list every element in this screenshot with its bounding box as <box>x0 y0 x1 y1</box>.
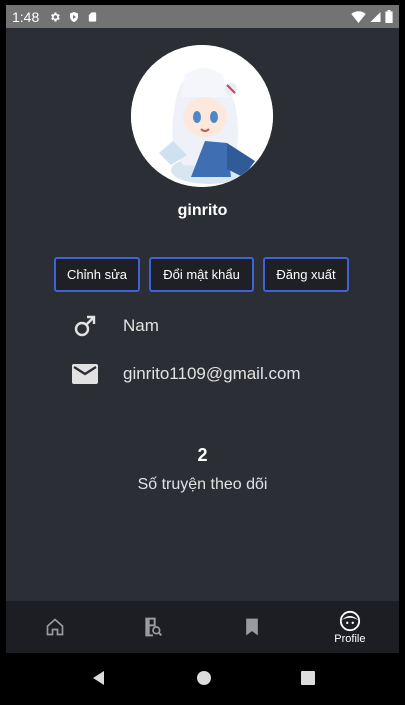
status-icons-left <box>49 11 98 23</box>
avatar-illustration <box>131 45 273 187</box>
home-circle-icon[interactable] <box>196 670 212 686</box>
gender-row: Nam <box>6 311 399 341</box>
bookmark-icon <box>245 618 258 636</box>
search-book-icon <box>145 617 163 637</box>
edit-profile-button[interactable]: Chỉnh sửa <box>54 257 140 292</box>
wifi-icon <box>351 10 366 23</box>
status-icons-right <box>351 10 393 23</box>
username: ginrito <box>177 202 228 219</box>
mail-icon <box>72 361 98 387</box>
status-time: 1:48 <box>12 8 40 25</box>
profile-content: ginrito Chỉnh sửa Đổi mật khẩu Đăng xuất… <box>6 28 399 601</box>
back-icon[interactable] <box>91 670 107 686</box>
nav-home[interactable] <box>6 601 104 653</box>
male-icon <box>72 313 98 339</box>
profile-icon <box>339 610 360 631</box>
status-bar: 1:48 <box>6 5 399 28</box>
app-frame: 1:48 ginrito Chỉnh sửa Đổi mật khẩu Đăng… <box>6 5 399 702</box>
avatar[interactable] <box>131 45 273 187</box>
logout-button[interactable]: Đăng xuất <box>263 257 349 292</box>
battery-icon <box>385 10 393 23</box>
gear-icon <box>51 12 60 21</box>
nav-profile[interactable]: Profile <box>301 601 399 653</box>
signal-icon <box>370 11 381 22</box>
nav-search-book[interactable] <box>104 601 202 653</box>
email-value: ginrito1109@gmail.com <box>123 364 301 383</box>
followed-count: 2 <box>197 445 208 465</box>
nav-bookmark[interactable] <box>203 601 301 653</box>
change-password-button[interactable]: Đổi mật khẩu <box>149 257 254 292</box>
followed-label: Số truyện theo dõi <box>137 476 268 493</box>
recents-icon[interactable] <box>300 670 315 685</box>
system-navigation-bar <box>6 653 399 702</box>
gender-value: Nam <box>123 316 159 335</box>
sd-card-icon <box>89 11 97 22</box>
nav-profile-label: Profile <box>334 632 366 645</box>
play-protect-icon <box>70 11 79 22</box>
bottom-nav: Profile <box>6 601 399 653</box>
home-icon <box>46 618 64 636</box>
email-row: ginrito1109@gmail.com <box>6 359 399 389</box>
